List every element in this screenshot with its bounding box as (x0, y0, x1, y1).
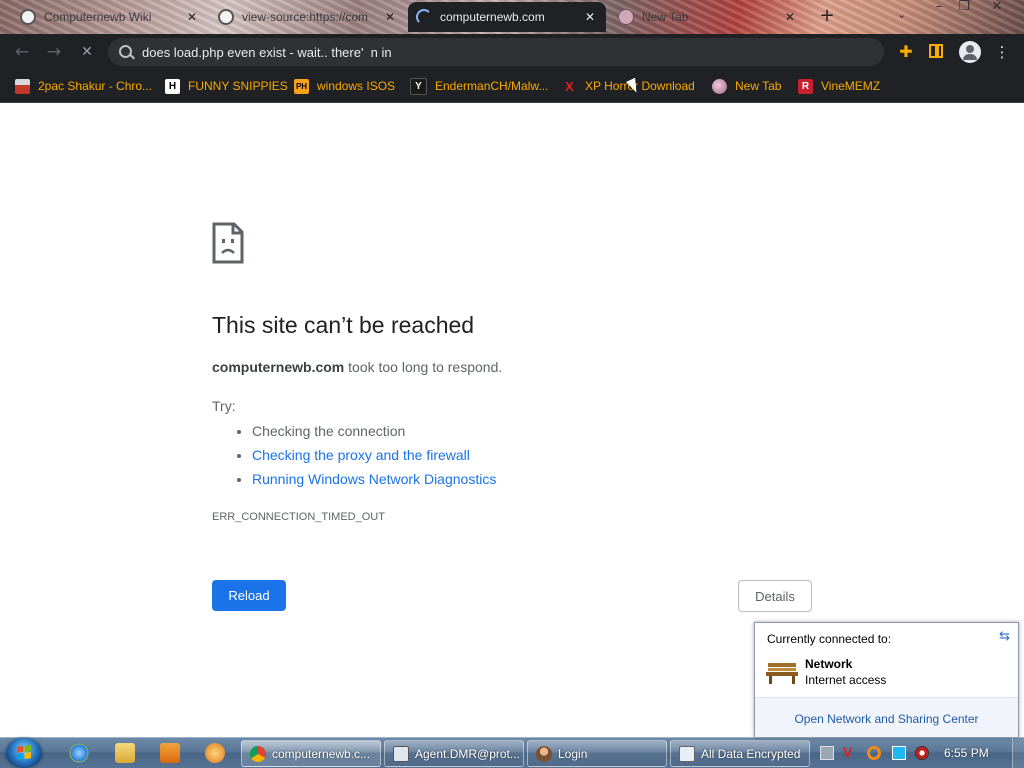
tab-strip: Computernewb Wiki ✕ view-source:https://… (0, 0, 1024, 34)
details-button[interactable]: Details (738, 580, 812, 612)
y-favicon: Y (410, 77, 427, 95)
tray-search-icon[interactable] (867, 746, 881, 760)
tray-v-icon[interactable]: V (843, 745, 857, 759)
open-network-sharing-center-link[interactable]: Open Network and Sharing Center (755, 712, 1018, 726)
tray-monitor-icon[interactable] (892, 746, 906, 760)
extensions-puzzle-icon[interactable]: ✚ (896, 42, 916, 62)
taskbar-login[interactable]: Login (527, 740, 667, 767)
window-icon (679, 745, 695, 762)
internet-explorer-icon[interactable] (69, 743, 89, 763)
tab-view-source[interactable]: view-source:https://com ✕ (210, 2, 406, 32)
back-arrow-icon[interactable]: ← (11, 41, 33, 63)
tab-search-chevron-icon[interactable]: ⌄ (897, 8, 906, 21)
ph-favicon: PH (294, 78, 309, 94)
tab-title: computernewb.com (440, 10, 545, 24)
reload-button[interactable]: Reload (212, 580, 286, 611)
window-close-button[interactable]: ✕ (986, 0, 1008, 16)
network-flyout: Currently connected to: ⇆ Network Intern… (754, 622, 1019, 737)
terminal-window-icon (393, 745, 409, 762)
tab-close-icon[interactable]: ✕ (782, 10, 798, 24)
chrome-icon (250, 745, 266, 762)
taskbar-clock[interactable]: 6:55 PM (944, 746, 989, 760)
error-description: computernewb.com took too long to respon… (212, 359, 502, 375)
bookmark-windows-isos[interactable]: PH windows ISOS (294, 77, 395, 95)
forward-arrow-icon[interactable]: → (43, 41, 65, 63)
browser-menu-icon[interactable]: ⋮ (994, 42, 1010, 62)
suggestion-item: Checking the connection (252, 419, 496, 443)
error-code: ERR_CONNECTION_TIMED_OUT (212, 511, 385, 523)
restore-button[interactable]: ❐ (953, 0, 975, 16)
tab-title: Computernewb Wiki (44, 10, 152, 24)
tab-computernewb-active[interactable]: computernewb.com ✕ (408, 2, 606, 32)
tab-close-icon[interactable]: ✕ (382, 10, 398, 24)
minimize-button[interactable]: – (928, 0, 950, 16)
tab-close-icon[interactable]: ✕ (582, 10, 598, 24)
refresh-arrows-icon[interactable]: ⇆ (999, 629, 1010, 644)
tab-close-icon[interactable]: ✕ (184, 10, 200, 24)
start-button[interactable] (6, 738, 42, 768)
tab-title: New Tab (642, 10, 689, 24)
tab-computernewb-wiki[interactable]: Computernewb Wiki ✕ (12, 2, 208, 32)
profile-avatar-icon[interactable] (959, 41, 981, 63)
app-launcher-icon[interactable] (205, 743, 225, 763)
network-bench-icon (766, 663, 798, 684)
error-description-text: took too long to respond. (344, 359, 503, 375)
suggestions-list: Checking the connection Checking the pro… (212, 419, 496, 491)
bookmark-funny-snippies[interactable]: H FUNNY SNIPPIES (165, 77, 288, 95)
taskbar-all-data-encrypted[interactable]: All Data Encrypted (670, 740, 810, 767)
bookmark-new-tab[interactable]: New Tab (712, 77, 781, 95)
loading-spinner-icon (416, 9, 432, 25)
error-title: This site can’t be reached (212, 312, 475, 338)
network-heading: Currently connected to: (767, 632, 892, 646)
taskbar-chrome[interactable]: computernewb.c... (241, 740, 381, 767)
bookmarks-bar: 2pac Shakur - Chro... H FUNNY SNIPPIES P… (0, 70, 1024, 103)
new-tab-button[interactable]: + (818, 6, 836, 26)
folder-icon[interactable] (115, 743, 135, 763)
address-bar[interactable] (108, 38, 884, 66)
search-icon (119, 45, 132, 58)
suggestion-link-network-diagnostics[interactable]: Running Windows Network Diagnostics (252, 467, 496, 491)
try-label: Try: (212, 398, 236, 414)
error-domain: computernewb.com (212, 359, 345, 375)
side-panel-icon[interactable] (929, 44, 943, 58)
sad-page-icon (212, 222, 244, 264)
tray-record-icon[interactable] (915, 746, 929, 760)
taskbar-agent-dmr[interactable]: Agent.DMR@prot... (384, 740, 524, 767)
tray-app-icon[interactable] (820, 746, 834, 760)
globe-favicon (712, 78, 727, 94)
h-letter-favicon: H (165, 78, 180, 94)
bookmark-endermanch[interactable]: Y EndermanCH/Malw... (410, 77, 548, 95)
bookmark-vinememz[interactable]: R VineMEMZ (798, 77, 880, 95)
tab-title: view-source:https://com (242, 10, 369, 24)
network-status: Internet access (805, 673, 887, 687)
network-flyout-footer: Open Network and Sharing Center (755, 697, 1018, 737)
tab-new-tab[interactable]: New Tab ✕ (610, 2, 806, 32)
taskbar: computernewb.c... Agent.DMR@prot... Logi… (0, 737, 1024, 768)
2pac-favicon (15, 78, 30, 94)
suggestion-link-proxy-firewall[interactable]: Checking the proxy and the firewall (252, 443, 496, 467)
ghost-icon (218, 9, 234, 25)
media-player-icon[interactable] (160, 743, 180, 763)
r-favicon: R (798, 78, 813, 94)
globe-icon (618, 9, 634, 25)
login-user-icon (536, 745, 552, 762)
network-name: Network (805, 657, 853, 671)
ghost-icon (20, 9, 36, 25)
stop-loading-icon[interactable]: ✕ (76, 41, 98, 63)
browser-toolbar: ← → ✕ ✚ ⋮ (0, 34, 1024, 70)
show-desktop-button[interactable] (1012, 738, 1024, 768)
address-input[interactable] (142, 42, 862, 62)
bookmark-2pac[interactable]: 2pac Shakur - Chro... (15, 77, 152, 95)
x-favicon: X (565, 78, 574, 94)
